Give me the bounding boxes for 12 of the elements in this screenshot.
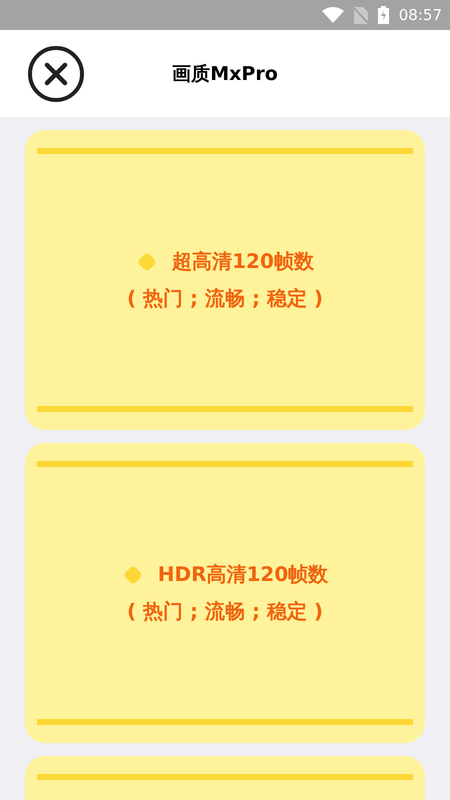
wifi-icon bbox=[322, 7, 344, 23]
battery-icon bbox=[378, 6, 389, 24]
close-button[interactable] bbox=[27, 44, 85, 102]
option-card[interactable]: 超高清120帧数 ( 热门 ; 流畅 ; 稳定 ) bbox=[25, 130, 425, 430]
option-title: HDR高清120帧数 bbox=[158, 561, 328, 588]
no-sim-icon bbox=[354, 6, 368, 24]
option-card[interactable]: HDR高清120帧数 ( 热门 ; 流畅 ; 稳定 ) bbox=[25, 443, 425, 743]
option-title: 超高清120帧数 bbox=[172, 248, 314, 275]
page-title: 画质MxPro bbox=[172, 62, 278, 86]
option-subtitle: ( 热门 ; 流畅 ; 稳定 ) bbox=[126, 598, 324, 625]
status-time: 08:57 bbox=[398, 6, 442, 24]
option-subtitle: ( 热门 ; 流畅 ; 稳定 ) bbox=[126, 285, 324, 312]
